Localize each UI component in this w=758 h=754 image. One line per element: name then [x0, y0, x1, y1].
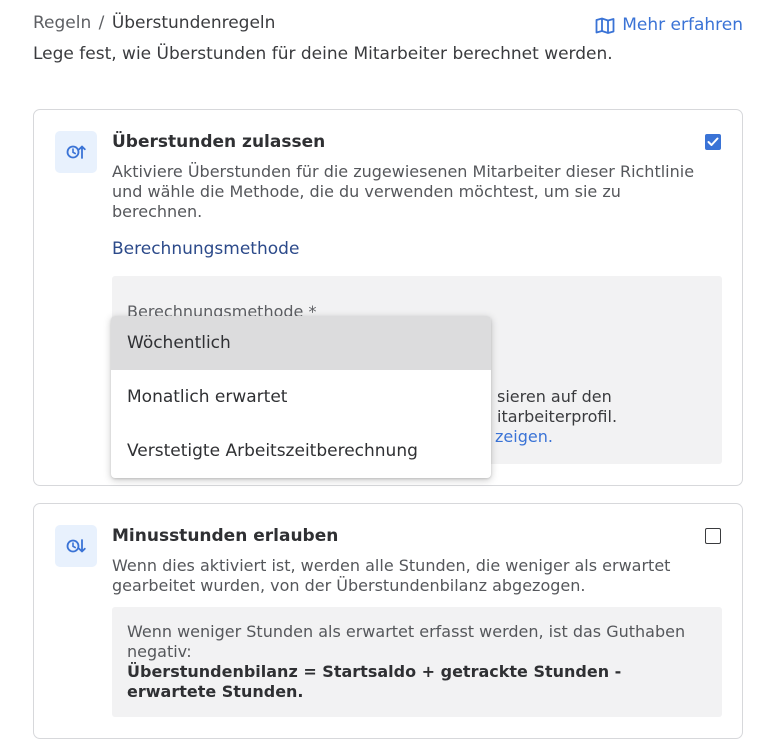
- overtime-balance-formula: Überstundenbilanz = Startsaldo + getrack…: [127, 662, 622, 701]
- calculation-method-dropdown[interactable]: Wöchentlich Monatlich erwartet Verstetig…: [111, 316, 491, 478]
- minus-hours-title: Minusstunden erlauben: [112, 526, 339, 546]
- book-map-icon: [595, 17, 615, 34]
- dropdown-option-averaged-working-time[interactable]: Verstetigte Arbeitszeitberechnung: [111, 424, 491, 478]
- minus-hours-description: Wenn dies aktiviert ist, werden alle Stu…: [112, 556, 671, 595]
- help-show-link[interactable]: zeigen.: [495, 427, 553, 446]
- clock-arrow-up-icon: [55, 131, 97, 173]
- learn-more-label: Mehr erfahren: [622, 15, 743, 35]
- checkmark-icon: [707, 137, 719, 146]
- learn-more-link[interactable]: Mehr erfahren: [595, 14, 743, 36]
- minus-hours-card: Minusstunden erlauben Wenn dies aktivier…: [33, 503, 743, 739]
- clock-arrow-down-icon: [55, 525, 97, 567]
- minus-hours-note: Wenn weniger Stunden als erwartet erfass…: [127, 622, 686, 661]
- page-subtitle: Lege fest, wie Überstunden für deine Mit…: [33, 44, 613, 64]
- allow-minus-hours-checkbox[interactable]: [705, 528, 721, 544]
- calculation-method-heading: Berechnungsmethode: [112, 239, 300, 259]
- breadcrumb-parent[interactable]: Regeln: [33, 13, 91, 33]
- overtime-title: Überstunden zulassen: [112, 132, 326, 152]
- dropdown-option-weekly[interactable]: Wöchentlich: [111, 316, 491, 370]
- breadcrumb-current: Überstundenregeln: [111, 13, 276, 33]
- dropdown-option-monthly-expected[interactable]: Monatlich erwartet: [111, 370, 491, 424]
- overtime-description: Aktiviere Überstunden für die zugewiesen…: [112, 162, 695, 221]
- minus-hours-info-box: Wenn weniger Stunden als erwartet erfass…: [112, 607, 722, 717]
- breadcrumb-separator: /: [98, 13, 105, 33]
- allow-overtime-checkbox[interactable]: [705, 134, 721, 150]
- breadcrumb: Regeln / Überstundenregeln: [33, 12, 275, 34]
- page-header: Regeln / Überstundenregeln Mehr erfahren…: [33, 12, 743, 72]
